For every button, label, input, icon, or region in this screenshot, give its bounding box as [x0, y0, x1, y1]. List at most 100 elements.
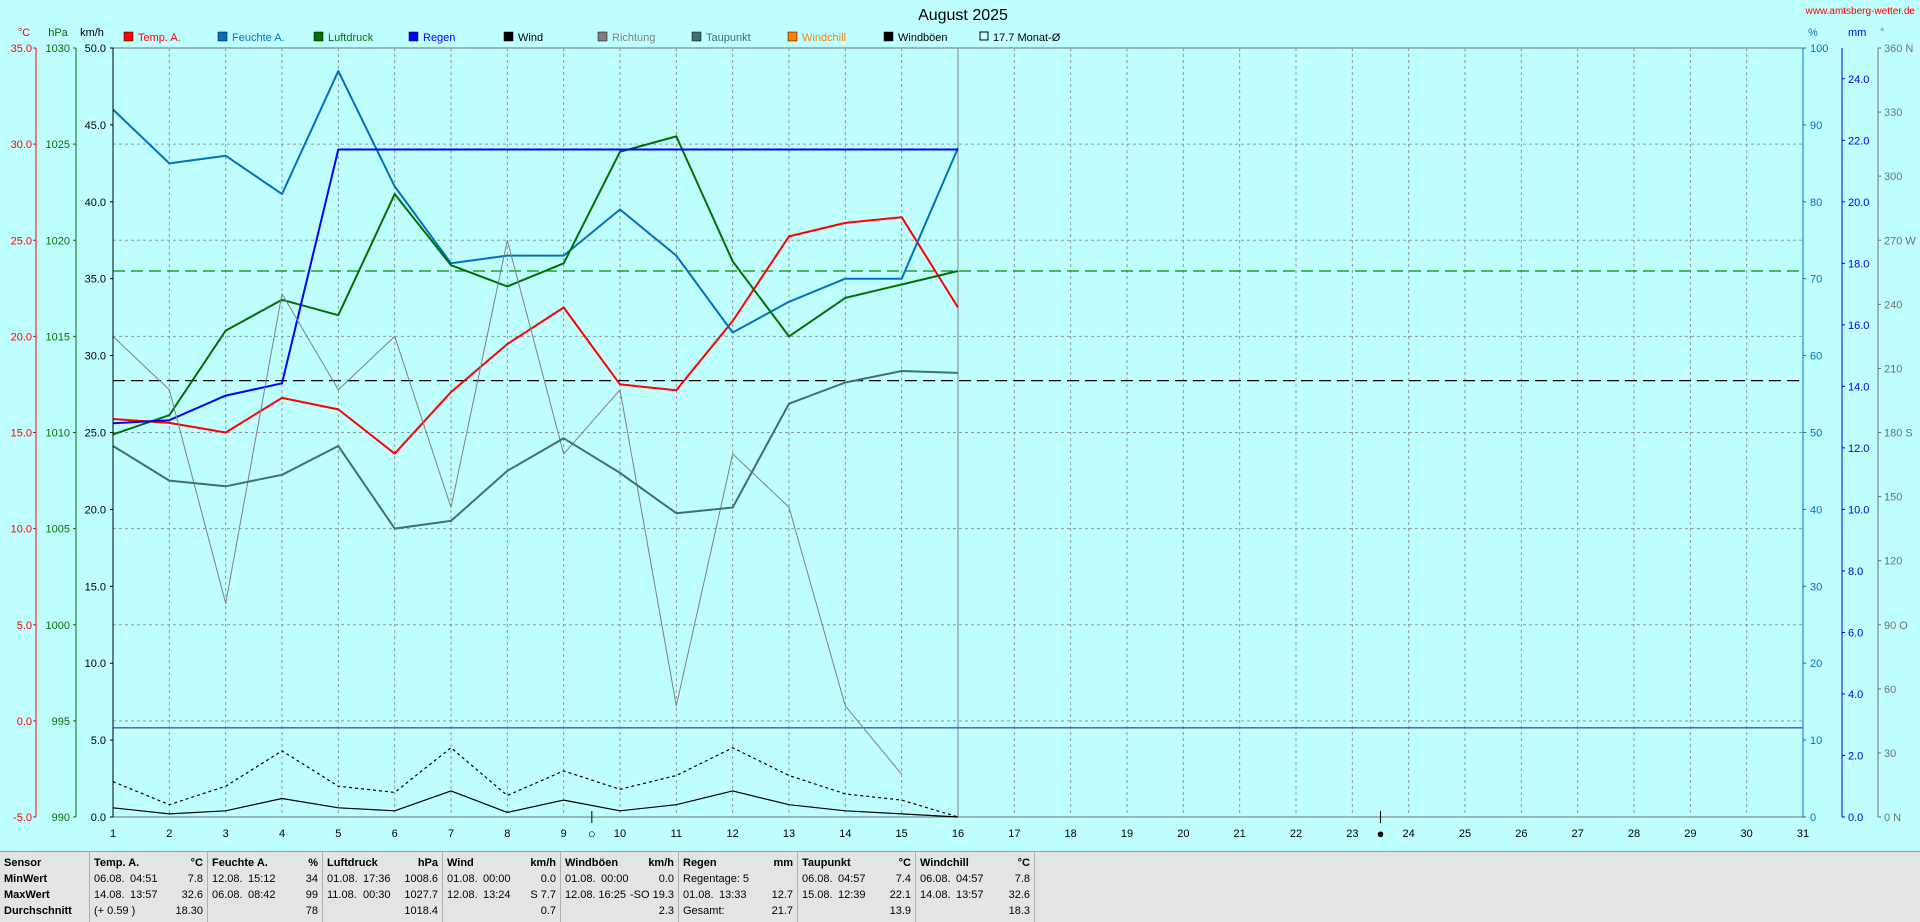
- x-tick-label: 24: [1403, 828, 1415, 840]
- stats-column-name: Windchill: [920, 857, 969, 869]
- x-tick-label: 2: [166, 828, 172, 840]
- stats-value-row: 1018.4: [327, 903, 438, 919]
- stats-date: 06.08.: [94, 873, 125, 885]
- stats-value-row: 12.08. 13:24 S 7.7: [447, 887, 556, 903]
- stats-row-label: Sensor: [4, 855, 85, 871]
- legend-swatch: [979, 31, 989, 41]
- legend-swatch: [883, 31, 894, 42]
- stats-value-row: 0.7: [447, 903, 556, 919]
- stats-label: MinWert: [4, 873, 48, 885]
- legend-swatch: [123, 31, 134, 42]
- stats-date: 11.08.: [327, 889, 357, 901]
- x-tick-label: 6: [392, 828, 398, 840]
- y-tick-label-wind: 0.0: [91, 812, 106, 824]
- site-label: www.amtsberg-wetter.de: [1805, 6, 1916, 17]
- y-tick-label-rain: 6.0: [1848, 627, 1863, 639]
- y-tick-label-rain: 0.0: [1848, 812, 1863, 824]
- y-tick-label-wind: 5.0: [91, 735, 106, 747]
- stats-column: Taupunkt °C 06.08. 04:57 7.4 15.08. 12:39 22.1 1…: [798, 852, 916, 922]
- legend-swatch: [503, 31, 514, 42]
- y-tick-label-humidity: 0: [1810, 812, 1816, 824]
- stats-row-label: MaxWert: [4, 887, 85, 903]
- stats-date: 12.08.: [447, 889, 478, 901]
- y-tick-label-wind: 15.0: [85, 581, 106, 593]
- x-tick-label: 10: [614, 828, 626, 840]
- y-tick-label-pressure: 990: [52, 812, 70, 824]
- x-tick-label: 8: [504, 828, 510, 840]
- stats-column: Regen mm Regentage: 5 01.08. 13:33 12.7 Gesamt…: [679, 852, 798, 922]
- stats-time: 00:00: [601, 873, 629, 885]
- y-tick-label-rain: 12.0: [1848, 443, 1869, 455]
- axis-unit-direction: °: [1880, 27, 1884, 39]
- stats-value: -SO 19.3: [629, 889, 674, 901]
- stats-date: 14.08.: [94, 889, 125, 901]
- stats-header-row: Wind km/h: [447, 855, 556, 871]
- y-tick-label-wind: 30.0: [85, 351, 106, 363]
- stats-column: Windböen km/h 01.08. 00:00 0.0 12.08. 16:25 -SO…: [561, 852, 679, 922]
- stats-column-name: Feuchte A.: [212, 857, 268, 869]
- x-tick-label: 20: [1177, 828, 1189, 840]
- legend-swatch: [217, 31, 228, 42]
- stats-value-row: 06.08. 08:42 99: [212, 887, 318, 903]
- stats-value-row: 11.08. 00:30 1027.7: [327, 887, 438, 903]
- stats-value: 22.1: [889, 889, 911, 901]
- y-tick-label-direction: 300: [1884, 171, 1902, 183]
- y-tick-label-rain: 10.0: [1848, 504, 1869, 516]
- legend-label: Richtung: [612, 32, 655, 44]
- stats-time: 13:33: [719, 889, 747, 901]
- stats-header-row: Temp. A. °C: [94, 855, 203, 871]
- axis-unit-temp: °C: [18, 27, 30, 39]
- stats-date: 14.08.: [920, 889, 951, 901]
- stats-value: 2.3: [658, 905, 674, 917]
- stats-row-label: MinWert: [4, 871, 85, 887]
- y-tick-label-wind: 50.0: [85, 43, 106, 55]
- stats-value: [749, 871, 793, 887]
- stats-value-row: 12.08. 15:12 34: [212, 871, 318, 887]
- x-tick-label: 17: [1008, 828, 1020, 840]
- stats-date: 01.08.: [447, 873, 478, 885]
- y-tick-label-humidity: 40: [1810, 504, 1822, 516]
- y-tick-label-direction: 360 N: [1884, 43, 1913, 55]
- x-tick-label: 23: [1346, 828, 1358, 840]
- y-tick-label-wind: 45.0: [85, 120, 106, 132]
- stats-column-unit: hPa: [417, 857, 438, 869]
- x-tick-label: 12: [727, 828, 739, 840]
- stats-column: Temp. A. °C 06.08. 04:51 7.8 14.08. 13:57 32.6 (…: [90, 852, 208, 922]
- stats-value: 32.6: [181, 889, 203, 901]
- stats-value-row: 78: [212, 903, 318, 919]
- y-tick-label-direction: 0 N: [1884, 812, 1901, 824]
- stats-value: 0.7: [540, 905, 556, 917]
- stats-date: 01.08.: [565, 873, 596, 885]
- x-tick-label: 31: [1797, 828, 1809, 840]
- stats-column-unit: km/h: [648, 857, 674, 869]
- statistics-panel: Sensor MinWert MaxWert Durchschnitt Temp. A.…: [0, 851, 1920, 922]
- stats-value-row: 13.9: [802, 903, 911, 919]
- stats-value: 7.8: [187, 873, 203, 885]
- legend-swatch: [691, 31, 702, 42]
- stats-column-name: Taupunkt: [802, 857, 851, 869]
- stats-value: 18.3: [1008, 905, 1030, 917]
- stats-time: 04:57: [838, 873, 866, 885]
- x-tick-label: 3: [223, 828, 229, 840]
- moon-phase-icon: ●: [1377, 826, 1385, 841]
- legend-label: Luftdruck: [328, 32, 374, 44]
- stats-value: 21.7: [771, 905, 793, 917]
- stats-value-row: 12.08. 16:25 -SO 19.3: [565, 887, 674, 903]
- stats-column: Luftdruck hPa 01.08. 17:36 1008.6 11.08. 00:30…: [323, 852, 443, 922]
- y-tick-label-pressure: 1000: [46, 620, 70, 632]
- legend-swatch: [787, 31, 798, 42]
- y-tick-label-rain: 2.0: [1848, 750, 1863, 762]
- y-tick-label-wind: 25.0: [85, 428, 106, 440]
- x-tick-label: 1: [110, 828, 116, 840]
- y-tick-label-temp: -5.0: [13, 812, 32, 824]
- y-tick-label-direction: 240: [1884, 299, 1902, 311]
- y-tick-label-wind: 10.0: [85, 658, 106, 670]
- stats-time: 00:30: [363, 889, 391, 901]
- stats-date: (+ 0.59 ): [94, 905, 136, 917]
- stats-date: Regentage: 5: [683, 873, 750, 885]
- stats-column-unit: °C: [1017, 857, 1030, 869]
- y-tick-label-rain: 18.0: [1848, 258, 1869, 270]
- y-tick-label-direction: 270 W: [1884, 235, 1916, 247]
- x-tick-label: 25: [1459, 828, 1471, 840]
- stats-value: 1018.4: [404, 905, 438, 917]
